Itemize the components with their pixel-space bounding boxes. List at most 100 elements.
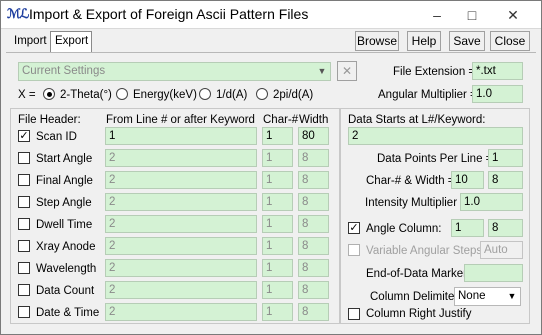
title-bar[interactable]: ℳℒ Import & Export of Foreign Ascii Patt…: [1, 1, 541, 29]
header-row-label: Start Angle: [36, 153, 93, 165]
header-row-checkbox[interactable]: [18, 240, 30, 252]
angle-column-a-field[interactable]: 1: [451, 219, 484, 237]
settings-combobox[interactable]: Current Settings ▼: [18, 62, 331, 81]
intensity-multiplier-label: Intensity Multiplier =: [365, 197, 467, 209]
chevron-down-icon: ▼: [317, 66, 327, 76]
file-extension-field[interactable]: *.txt: [472, 62, 523, 80]
chevron-down-icon: ▼: [507, 291, 517, 301]
radio-2theta[interactable]: [43, 88, 55, 100]
width-field[interactable]: 8: [488, 171, 523, 189]
close-window-icon[interactable]: ✕: [496, 1, 530, 29]
header-row-label: Data Count: [36, 285, 95, 297]
header-row-width-field[interactable]: 8: [298, 171, 329, 189]
header-row-checkbox[interactable]: [18, 152, 30, 164]
header-row-width-field[interactable]: 8: [298, 281, 329, 299]
tab-import[interactable]: Import: [10, 32, 51, 52]
header-row-label: Wavelength: [36, 263, 97, 275]
column-delimiter-select[interactable]: None ▼: [454, 287, 521, 306]
header-row-checkbox[interactable]: ✓: [18, 130, 30, 142]
variable-steps-label: Variable Angular Steps:: [366, 245, 486, 257]
header-row-char-field[interactable]: 1: [262, 171, 293, 189]
points-per-line-field[interactable]: 1: [488, 149, 523, 167]
header-row-width-field[interactable]: 80: [298, 127, 329, 145]
char-field[interactable]: 10: [451, 171, 484, 189]
variable-steps-checkbox[interactable]: [348, 244, 360, 256]
header-row-from-field[interactable]: 2: [105, 171, 257, 189]
header-row-char-field[interactable]: 1: [262, 281, 293, 299]
save-button[interactable]: Save: [449, 31, 485, 51]
width-header: Width: [299, 114, 329, 126]
header-row-width-field[interactable]: 8: [298, 237, 329, 255]
header-row-label: Scan ID: [36, 131, 77, 143]
header-row-char-field[interactable]: 1: [262, 215, 293, 233]
from-line-header: From Line # or after Keyword: [106, 114, 255, 126]
header-row-from-field[interactable]: 2: [105, 215, 257, 233]
char-width-label: Char-# & Width =: [366, 175, 455, 187]
radio-2pi-d[interactable]: [256, 88, 268, 100]
radio-energy-label: Energy(keV): [133, 89, 197, 101]
app-icon: ℳℒ: [7, 6, 29, 21]
radio-2pi-d-label: 2pi/d(A): [273, 89, 314, 101]
help-button[interactable]: Help: [407, 31, 441, 51]
radio-inv-d-label: 1/d(A): [216, 89, 248, 101]
file-extension-label: File Extension =: [393, 66, 476, 78]
close-button[interactable]: Close: [490, 31, 530, 51]
header-row-label: Dwell Time: [36, 219, 93, 231]
window-title: Import & Export of Foreign Ascii Pattern…: [29, 6, 309, 22]
header-row-label: Date & Time: [36, 307, 100, 319]
header-row-checkbox[interactable]: [18, 174, 30, 186]
angle-column-b-field[interactable]: 8: [488, 219, 523, 237]
header-row-checkbox[interactable]: [18, 306, 30, 318]
data-starts-label: Data Starts at L#/Keyword:: [348, 114, 486, 126]
radio-2theta-label: 2-Theta(°): [60, 89, 112, 101]
header-row-from-field[interactable]: 1: [105, 127, 257, 145]
header-row-from-field[interactable]: 2: [105, 193, 257, 211]
tab-export[interactable]: Export: [50, 31, 92, 53]
header-row-width-field[interactable]: 8: [298, 215, 329, 233]
char-header: Char-#: [263, 114, 299, 126]
header-row-checkbox[interactable]: [18, 262, 30, 274]
variable-steps-field[interactable]: Auto: [480, 241, 523, 259]
header-row-char-field[interactable]: 1: [262, 127, 293, 145]
header-row-from-field[interactable]: 2: [105, 303, 257, 321]
column-delimiter-value: None: [458, 290, 486, 302]
header-row-label: Step Angle: [36, 197, 92, 209]
header-row-checkbox[interactable]: [18, 284, 30, 296]
maximize-icon[interactable]: □: [455, 1, 489, 29]
header-row-char-field[interactable]: 1: [262, 303, 293, 321]
header-row-from-field[interactable]: 2: [105, 281, 257, 299]
header-row-char-field[interactable]: 1: [262, 149, 293, 167]
x-axis-label: X =: [18, 89, 36, 101]
header-row-width-field[interactable]: 8: [298, 149, 329, 167]
column-delimiter-label: Column Delimiter:: [370, 291, 462, 303]
intensity-multiplier-field[interactable]: 1.0: [460, 193, 523, 211]
browse-button[interactable]: Browse: [355, 31, 399, 51]
header-row-char-field[interactable]: 1: [262, 193, 293, 211]
header-row-width-field[interactable]: 8: [298, 259, 329, 277]
angle-column-checkbox[interactable]: ✓: [348, 222, 360, 234]
tab-divider: [6, 52, 536, 53]
end-marker-field[interactable]: [464, 264, 523, 282]
header-row-from-field[interactable]: 2: [105, 149, 257, 167]
data-starts-field[interactable]: 2: [348, 127, 523, 145]
minimize-icon[interactable]: –: [420, 1, 454, 29]
header-row-label: Xray Anode: [36, 241, 96, 253]
header-row-checkbox[interactable]: [18, 196, 30, 208]
right-justify-checkbox[interactable]: [348, 308, 360, 320]
file-header-title: File Header:: [18, 114, 81, 126]
angle-column-label: Angle Column:: [366, 223, 442, 235]
clear-settings-button[interactable]: ✕: [337, 61, 357, 81]
radio-energy[interactable]: [116, 88, 128, 100]
header-row-char-field[interactable]: 1: [262, 259, 293, 277]
radio-inv-d[interactable]: [199, 88, 211, 100]
header-row-checkbox[interactable]: [18, 218, 30, 230]
header-row-width-field[interactable]: 8: [298, 193, 329, 211]
angular-multiplier-label: Angular Multiplier =: [378, 89, 477, 101]
points-per-line-label: Data Points Per Line =: [377, 153, 493, 165]
angular-multiplier-field[interactable]: 1.0: [472, 85, 523, 103]
header-row-width-field[interactable]: 8: [298, 303, 329, 321]
header-row-from-field[interactable]: 2: [105, 259, 257, 277]
dialog-window: ℳℒ Import & Export of Foreign Ascii Patt…: [0, 0, 542, 335]
header-row-char-field[interactable]: 1: [262, 237, 293, 255]
header-row-from-field[interactable]: 2: [105, 237, 257, 255]
